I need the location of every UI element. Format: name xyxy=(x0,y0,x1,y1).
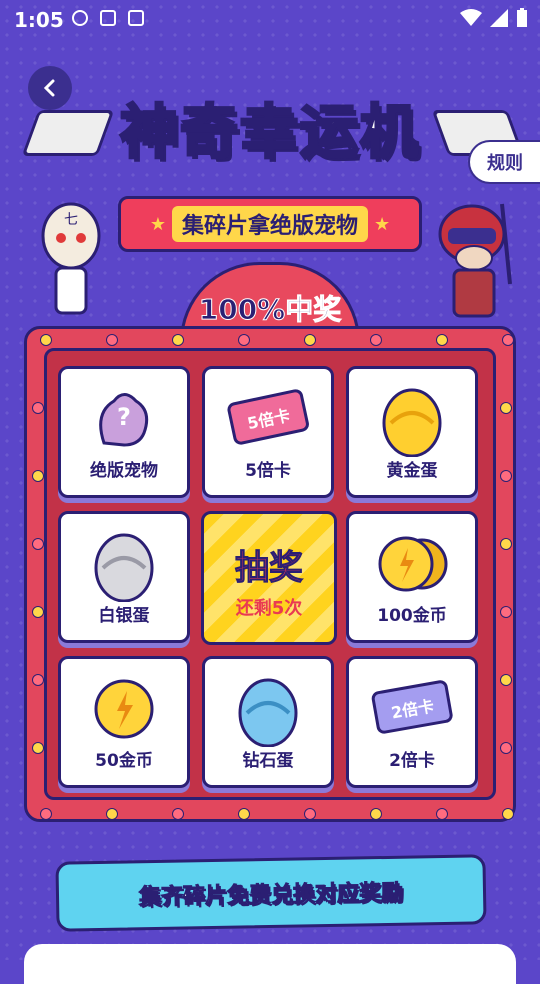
star-icon: ★ xyxy=(374,213,391,235)
card-2x-icon: 2倍卡 xyxy=(371,680,453,734)
prize-cell-gold-egg[interactable]: 黄金蛋 xyxy=(346,366,478,498)
prize-cell-5x-card[interactable]: 5倍卡 5倍卡 xyxy=(202,366,334,498)
prize-label: 绝版宠物 xyxy=(90,461,158,481)
character-left-image: 七 xyxy=(41,202,101,315)
board-bulb xyxy=(304,334,316,346)
board-bulb xyxy=(500,606,512,618)
board-bulb xyxy=(106,808,118,820)
subtitle-ribbon: ★ 集碎片拿绝版宠物 ★ xyxy=(118,196,422,252)
board-bulb xyxy=(32,538,44,550)
gold-coin-icon xyxy=(94,679,154,739)
draw-title: 抽奖 xyxy=(235,548,304,589)
prize-cell-50-coins[interactable]: 50金币 xyxy=(58,656,190,788)
prize-cell-diamond-egg[interactable]: 钻石蛋 xyxy=(202,656,334,788)
wifi-icon xyxy=(460,9,482,26)
page-title: 神奇幸运机 xyxy=(118,97,420,168)
subtitle-text: 集碎片拿绝版宠物 xyxy=(171,206,368,242)
board-bulb xyxy=(370,334,382,346)
board-bulb xyxy=(106,334,118,346)
board-bulb xyxy=(32,470,44,482)
board-bulb xyxy=(40,334,52,346)
footer-ribbon: 集齐碎片免费兑换对应奖励 xyxy=(55,854,487,932)
font-icon xyxy=(128,10,144,26)
card-5x-icon: 5倍卡 xyxy=(227,389,309,445)
prize-cell-silver-egg[interactable]: 白银蛋 xyxy=(58,511,190,643)
status-bar: 1:05 xyxy=(0,0,540,40)
board-bulb xyxy=(32,606,44,618)
draw-button[interactable]: 抽奖 还剩5次 xyxy=(201,511,337,645)
board-bulb xyxy=(238,334,250,346)
chevron-left-icon xyxy=(43,79,55,97)
prize-label: 白银蛋 xyxy=(98,606,150,626)
board-bulb xyxy=(500,470,512,482)
prize-label: 钻石蛋 xyxy=(242,751,294,771)
board-bulb xyxy=(502,808,514,820)
board-bulb xyxy=(32,402,44,414)
guarantee-label: 100%中奖 xyxy=(198,293,342,327)
prize-label: 50金币 xyxy=(95,751,153,771)
battery-icon xyxy=(517,8,527,27)
board-bulb xyxy=(436,808,448,820)
prize-label: 2倍卡 xyxy=(389,751,435,771)
draw-remaining: 还剩5次 xyxy=(235,598,303,619)
gold-coins-icon xyxy=(378,536,448,592)
mystery-pet-icon: ? xyxy=(99,393,149,447)
board-bulb xyxy=(32,742,44,754)
board-bulb xyxy=(32,674,44,686)
board-bulb xyxy=(172,808,184,820)
signal-icon xyxy=(490,9,508,27)
board-bulb xyxy=(304,808,316,820)
svg-text:七: 七 xyxy=(64,212,78,228)
image-icon xyxy=(100,10,116,26)
board-bulb xyxy=(436,334,448,346)
board-bulb xyxy=(238,808,250,820)
rules-button[interactable]: 规则 xyxy=(468,140,540,184)
svg-text:?: ? xyxy=(117,403,131,431)
board-bulb xyxy=(500,674,512,686)
character-right-image xyxy=(438,203,512,318)
board-bulb xyxy=(500,402,512,414)
board-bulb xyxy=(500,538,512,550)
prize-cell-100-coins[interactable]: 100金币 xyxy=(346,511,478,643)
board-bulb xyxy=(370,808,382,820)
footer-text: 集齐碎片免费兑换对应奖励 xyxy=(138,880,404,911)
prize-cell-2x-card[interactable]: 2倍卡 2倍卡 xyxy=(346,656,478,788)
prize-cell-rare-pet[interactable]: ? 绝版宠物 xyxy=(58,366,190,498)
prize-label: 5倍卡 xyxy=(245,461,291,481)
board-bulb xyxy=(172,334,184,346)
star-icon: ★ xyxy=(149,213,166,235)
bottom-card xyxy=(24,944,516,984)
board-bulb xyxy=(502,334,514,346)
record-icon xyxy=(72,10,88,26)
prize-label: 黄金蛋 xyxy=(386,461,438,481)
silver-egg-icon xyxy=(94,533,154,602)
board-bulb xyxy=(40,808,52,820)
prize-label: 100金币 xyxy=(377,606,447,626)
status-time: 1:05 xyxy=(14,8,64,32)
board-bulb xyxy=(500,742,512,754)
gold-egg-icon xyxy=(382,388,442,457)
diamond-egg-icon xyxy=(238,678,298,747)
